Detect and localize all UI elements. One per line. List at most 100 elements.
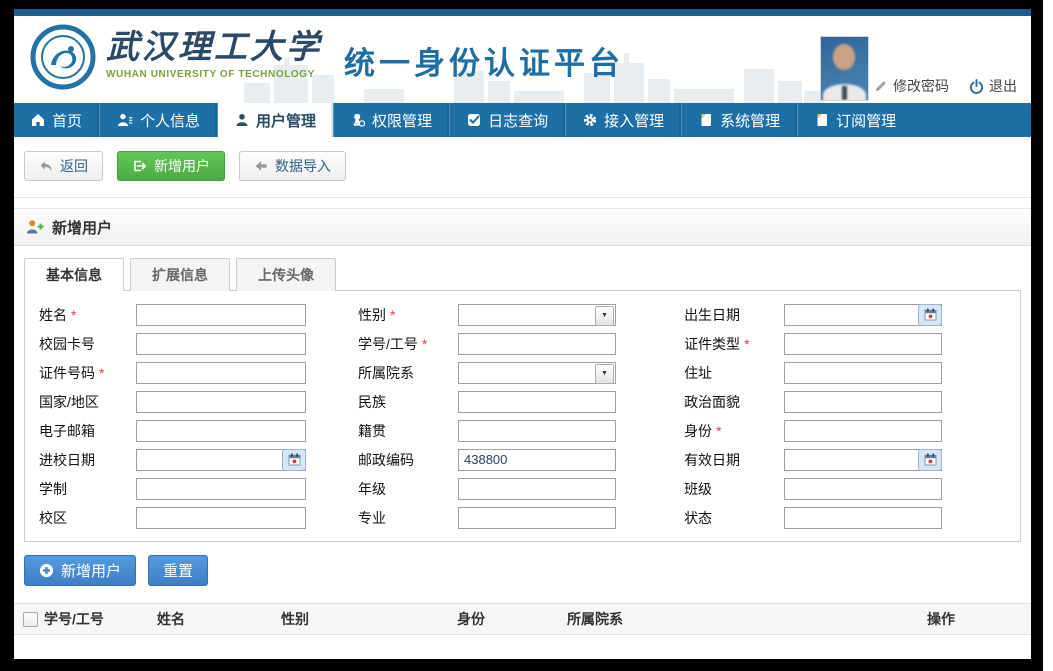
id-number-input[interactable] xyxy=(136,362,306,384)
native-place-input[interactable] xyxy=(458,420,616,442)
entry-date-calendar-button[interactable] xyxy=(282,449,306,471)
ethnicity-label: 民族 xyxy=(358,392,458,412)
study-length-input[interactable] xyxy=(136,478,306,500)
class-input[interactable] xyxy=(784,478,942,500)
field-study-length: 学制 xyxy=(29,474,358,503)
university-name-en: WUHAN UNIVERSITY OF TECHNOLOGY xyxy=(106,69,322,80)
select-all-cell xyxy=(14,612,44,627)
name-input[interactable] xyxy=(136,304,306,326)
nav-item-user-management[interactable]: 用户管理 xyxy=(217,103,333,137)
valid-date-label: 有效日期 xyxy=(684,450,784,470)
country-region-input[interactable] xyxy=(136,391,306,413)
major-input[interactable] xyxy=(458,507,616,529)
grade-input[interactable] xyxy=(458,478,616,500)
back-arrow-icon xyxy=(39,160,53,173)
field-political-status: 政治面貌 xyxy=(684,387,1020,416)
reset-button[interactable]: 重置 xyxy=(148,555,208,586)
gender-input[interactable] xyxy=(458,304,616,326)
field-postal-code: 邮政编码 xyxy=(358,445,684,474)
select-all-checkbox[interactable] xyxy=(23,612,38,627)
country-region-input-wrap xyxy=(136,391,306,413)
campus-label: 校区 xyxy=(39,508,136,528)
department-input-wrap: ▼ xyxy=(458,362,616,384)
calendar-icon xyxy=(288,453,301,466)
study-length-label: 学制 xyxy=(39,479,136,499)
valid-date-calendar-button[interactable] xyxy=(918,449,942,471)
tab-upload-photo[interactable]: 上传头像 xyxy=(236,258,336,291)
section-title: 新增用户 xyxy=(52,217,112,238)
pencil-icon xyxy=(874,79,888,93)
student-staff-no-label: 学号/工号* xyxy=(358,334,458,354)
id-number-input-wrap xyxy=(136,362,306,384)
calendar-icon xyxy=(924,308,937,321)
address-input[interactable] xyxy=(784,362,942,384)
department-label: 所属院系 xyxy=(358,363,458,383)
log-check-icon xyxy=(467,113,481,127)
student-staff-no-input[interactable] xyxy=(458,333,616,355)
form-column-1: 姓名*校园卡号证件号码*国家/地区电子邮箱进校日期学制校区 xyxy=(29,300,358,532)
field-birth-date: 出生日期 xyxy=(684,300,1020,329)
nav-item-personal-info[interactable]: 个人信息 xyxy=(99,103,217,137)
class-label: 班级 xyxy=(684,479,784,499)
campus-card-no-input-wrap xyxy=(136,333,306,355)
header: 武汉理工大学 WUHAN UNIVERSITY OF TECHNOLOGY 统一… xyxy=(14,16,1031,103)
field-status: 状态 xyxy=(684,503,1020,532)
column-header-identity: 身份 xyxy=(457,609,567,629)
nav-item-subscription-management[interactable]: 订阅管理 xyxy=(797,103,913,137)
field-name: 姓名* xyxy=(29,300,358,329)
name-label: 姓名* xyxy=(39,305,136,325)
political-status-input[interactable] xyxy=(784,391,942,413)
field-campus: 校区 xyxy=(29,503,358,532)
field-class: 班级 xyxy=(684,474,1020,503)
tab-extended-info[interactable]: 扩展信息 xyxy=(130,258,230,291)
logout-link[interactable]: 退出 xyxy=(969,76,1017,96)
form-column-2: 性别*▼学号/工号*所属院系▼民族籍贯邮政编码年级专业 xyxy=(358,300,684,532)
required-asterisk: * xyxy=(99,365,104,381)
country-region-label: 国家/地区 xyxy=(39,392,136,412)
campus-card-no-input[interactable] xyxy=(136,333,306,355)
plus-circle-icon xyxy=(39,563,54,578)
nav-item-system-management[interactable]: 系统管理 xyxy=(681,103,797,137)
campus-input[interactable] xyxy=(136,507,306,529)
identity-input[interactable] xyxy=(784,420,942,442)
birth-date-calendar-button[interactable] xyxy=(918,304,942,326)
entry-date-input[interactable] xyxy=(136,449,306,471)
nav-item-home[interactable]: 首页 xyxy=(14,103,99,137)
university-logo xyxy=(30,24,96,90)
major-label: 专业 xyxy=(358,508,458,528)
add-user-toolbar-button[interactable]: 新增用户 xyxy=(117,151,225,181)
field-department: 所属院系 ▼ xyxy=(358,358,684,387)
email-input-wrap xyxy=(136,420,306,442)
class-input-wrap xyxy=(784,478,942,500)
back-button[interactable]: 返回 xyxy=(24,151,103,181)
window-edge xyxy=(1043,0,1053,671)
submit-add-user-button[interactable]: 新增用户 xyxy=(24,555,136,586)
status-input-wrap xyxy=(784,507,942,529)
field-native-place: 籍贯 xyxy=(358,416,684,445)
postal-code-input[interactable] xyxy=(458,449,616,471)
email-input[interactable] xyxy=(136,420,306,442)
university-name-cn: 武汉理工大学 xyxy=(106,30,322,65)
form-column-3: 出生日期证件类型*住址政治面貌身份*有效日期班级状态 xyxy=(684,300,1020,532)
add-user-box-icon xyxy=(132,159,147,173)
field-ethnicity: 民族 xyxy=(358,387,684,416)
nav-item-log-query[interactable]: 日志查询 xyxy=(449,103,565,137)
ethnicity-input[interactable] xyxy=(458,391,616,413)
campus-card-no-label: 校园卡号 xyxy=(39,334,136,354)
change-password-link[interactable]: 修改密码 xyxy=(874,76,949,96)
chevron-down-icon[interactable]: ▼ xyxy=(595,306,614,326)
id-number-label: 证件号码* xyxy=(39,363,136,383)
department-input[interactable] xyxy=(458,362,616,384)
status-input[interactable] xyxy=(784,507,942,529)
tab-basic-info[interactable]: 基本信息 xyxy=(24,258,124,291)
nav-item-permission-management[interactable]: 权限管理 xyxy=(333,103,449,137)
nav-item-access-management[interactable]: 接入管理 xyxy=(565,103,681,137)
toolbar: 返回 新增用户 数据导入 xyxy=(14,137,1031,198)
id-type-input[interactable] xyxy=(784,333,942,355)
entry-date-input-wrap xyxy=(136,449,306,471)
gender-label: 性别* xyxy=(358,305,458,325)
user-avatar[interactable] xyxy=(820,36,869,101)
power-icon xyxy=(969,79,984,94)
data-import-button[interactable]: 数据导入 xyxy=(239,151,346,181)
chevron-down-icon[interactable]: ▼ xyxy=(595,364,614,384)
